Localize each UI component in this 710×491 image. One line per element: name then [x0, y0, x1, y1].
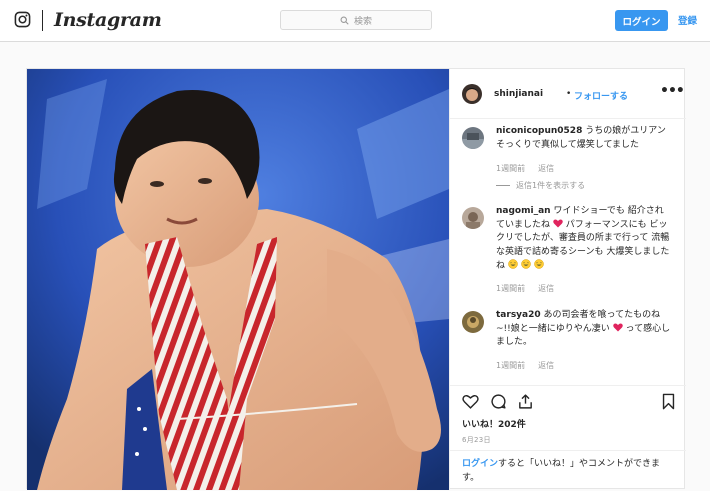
comment-meta: 1週間前 返信: [496, 283, 554, 294]
author-username[interactable]: shinjianai: [494, 89, 543, 99]
comment-text: tarsya20 あの司会者を喰ってたものね~!!娘と一緒にゆりやん凄い って感…: [496, 309, 672, 350]
comment-username[interactable]: nagomi_an: [496, 206, 551, 216]
red-heart-emoji: [553, 218, 563, 227]
red-heart-emoji: [612, 322, 623, 331]
login-button[interactable]: ログイン: [615, 10, 668, 31]
more-options-icon[interactable]: •••: [660, 83, 685, 99]
laughing-emoji: [533, 259, 544, 269]
comment-time[interactable]: 1週間前: [496, 283, 525, 294]
comment-text: niconicopun0528 うちの娘がユリアンそっくりで真似して爆笑してまし…: [496, 125, 672, 152]
share-icon[interactable]: [517, 393, 534, 410]
post-header: shinjianai • フォローする •••: [450, 69, 686, 119]
post-date[interactable]: 6月23日: [462, 435, 491, 445]
actions-divider: [450, 385, 686, 386]
action-icons: [450, 393, 686, 413]
likes-count[interactable]: いいね！202件: [462, 417, 526, 430]
comment-time[interactable]: 1週間前: [496, 163, 525, 174]
post-photo[interactable]: [27, 69, 449, 490]
top-navigation-bar: Instagram 検索 ログイン 登録: [0, 0, 710, 42]
replies-line: [496, 185, 510, 186]
laughing-emoji: [508, 259, 518, 269]
reply-button[interactable]: 返信: [538, 283, 554, 294]
commenter-avatar[interactable]: [462, 127, 484, 149]
login-prompt: ログインすると「いいね！」やコメントができます。: [462, 458, 672, 485]
search-input[interactable]: 検索: [280, 10, 432, 30]
comment-icon[interactable]: [490, 393, 507, 410]
header-separator: •: [566, 89, 572, 99]
commenter-avatar[interactable]: [462, 311, 484, 333]
search-placeholder: 検索: [353, 16, 372, 27]
reply-button[interactable]: 返信: [538, 163, 554, 174]
laughing-emoji: [521, 259, 531, 269]
reply-button[interactable]: 返信: [538, 360, 554, 371]
comment-username[interactable]: tarsya20: [496, 310, 541, 320]
view-replies-label: 返信1件を表示する: [516, 181, 586, 190]
post-image: [27, 69, 449, 490]
follow-button[interactable]: フォローする: [574, 89, 628, 102]
comment-text: nagomi_an ワイドショーでも 紹介されていましたね パフォーマンスにも …: [496, 205, 672, 274]
comment-meta: 1週間前 返信: [496, 163, 554, 174]
bookmark-icon[interactable]: [660, 393, 677, 410]
instagram-glyph-icon[interactable]: [14, 11, 31, 28]
post-card: shinjianai • フォローする ••• niconicopun0528 …: [26, 68, 686, 490]
comment-time[interactable]: 1週間前: [496, 360, 525, 371]
post-sidebar: shinjianai • フォローする ••• niconicopun0528 …: [449, 69, 686, 490]
author-avatar[interactable]: [462, 84, 482, 104]
heart-icon[interactable]: [462, 393, 479, 410]
view-replies-button[interactable]: 返信1件を表示する: [496, 180, 585, 191]
footer-divider: [450, 450, 686, 451]
comment-meta: 1週間前 返信: [496, 360, 554, 371]
instagram-wordmark[interactable]: Instagram: [54, 9, 162, 31]
login-link[interactable]: ログイン: [462, 459, 498, 469]
signup-link[interactable]: 登録: [678, 13, 697, 27]
nav-divider: [42, 10, 43, 31]
commenter-avatar[interactable]: [462, 207, 484, 229]
comment-username[interactable]: niconicopun0528: [496, 126, 582, 136]
search-icon: [340, 16, 349, 25]
